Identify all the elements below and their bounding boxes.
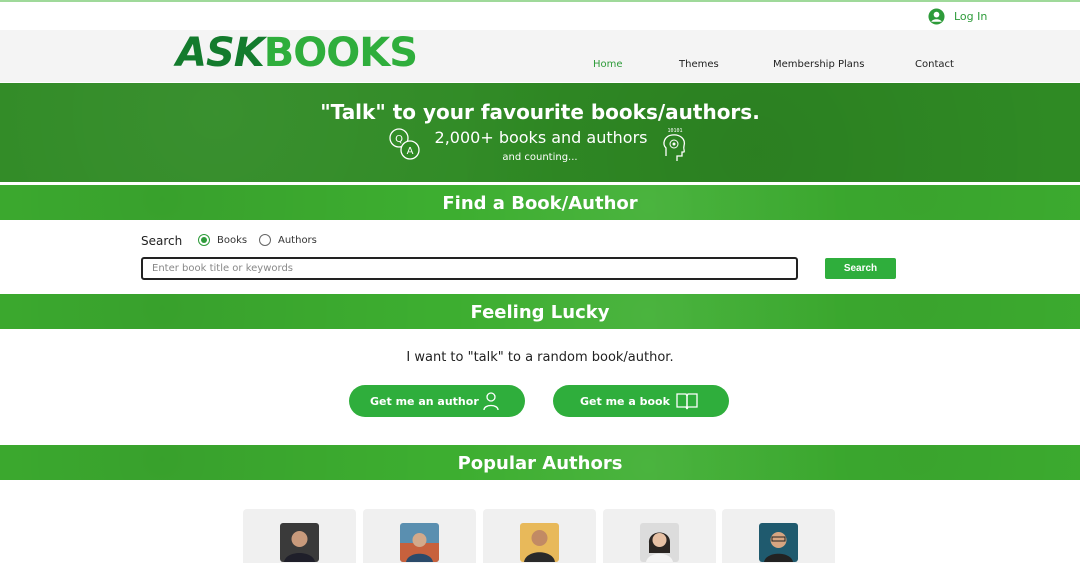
author-card[interactable] <box>722 509 835 563</box>
author-photo <box>640 523 679 562</box>
nav-home[interactable]: Home <box>593 59 623 70</box>
search-input[interactable] <box>141 257 798 280</box>
radio-authors-label: Authors <box>278 234 317 246</box>
site-header: ASKBOOKS Home Themes Membership Plans Co… <box>0 30 1080 82</box>
askbooks-logo[interactable]: ASKBOOKS <box>176 30 418 76</box>
author-card[interactable] <box>483 509 596 563</box>
lucky-heading: Feeling Lucky <box>470 302 610 323</box>
radio-authors[interactable]: Authors <box>259 234 317 246</box>
get-author-button[interactable]: Get me an author <box>349 385 525 417</box>
author-photo <box>520 523 559 562</box>
qa-bubbles-icon: Q A <box>389 128 420 160</box>
radio-books[interactable]: Books <box>198 234 247 246</box>
nav-membership-plans[interactable]: Membership Plans <box>773 59 864 70</box>
get-author-label: Get me an author <box>370 395 479 408</box>
hero-title: "Talk" to your favourite books/authors. <box>320 100 760 124</box>
author-card[interactable] <box>243 509 356 563</box>
radio-books-label: Books <box>217 234 248 246</box>
person-icon <box>483 392 499 411</box>
nav-contact[interactable]: Contact <box>915 59 954 70</box>
author-card[interactable] <box>603 509 716 563</box>
brain-binary-icon: 10101 <box>663 128 686 161</box>
get-book-button[interactable]: Get me a book <box>553 385 729 417</box>
get-book-label: Get me a book <box>580 395 670 408</box>
author-card[interactable] <box>363 509 476 563</box>
popular-heading: Popular Authors <box>457 453 623 474</box>
hero-subtitle: 2,000+ books and authors <box>434 128 648 147</box>
author-photo <box>759 523 798 562</box>
search-button[interactable]: Search <box>825 258 896 279</box>
find-heading: Find a Book/Author <box>442 193 638 214</box>
svg-text:A: A <box>407 146 414 157</box>
logo-part-books: BOOKS <box>263 30 418 76</box>
hero-small-text: and counting... <box>502 152 578 163</box>
logo-part-ask: ASK <box>176 30 265 76</box>
login-label: Log In <box>954 10 988 23</box>
nav-themes[interactable]: Themes <box>679 59 719 70</box>
radio-dot-authors[interactable] <box>259 234 271 246</box>
search-label: Search <box>141 234 183 248</box>
top-bar: Log In <box>0 2 1080 30</box>
svg-text:Q: Q <box>395 134 403 145</box>
author-photo <box>400 523 439 562</box>
login-link[interactable]: Log In <box>928 8 987 25</box>
user-avatar-icon <box>928 8 945 25</box>
radio-dot-books[interactable] <box>198 234 210 246</box>
lucky-description: I want to "talk" to a random book/author… <box>406 350 674 365</box>
open-book-icon <box>676 393 698 410</box>
author-photo <box>280 523 319 562</box>
brain-icon-binary-text: 10101 <box>667 128 682 134</box>
